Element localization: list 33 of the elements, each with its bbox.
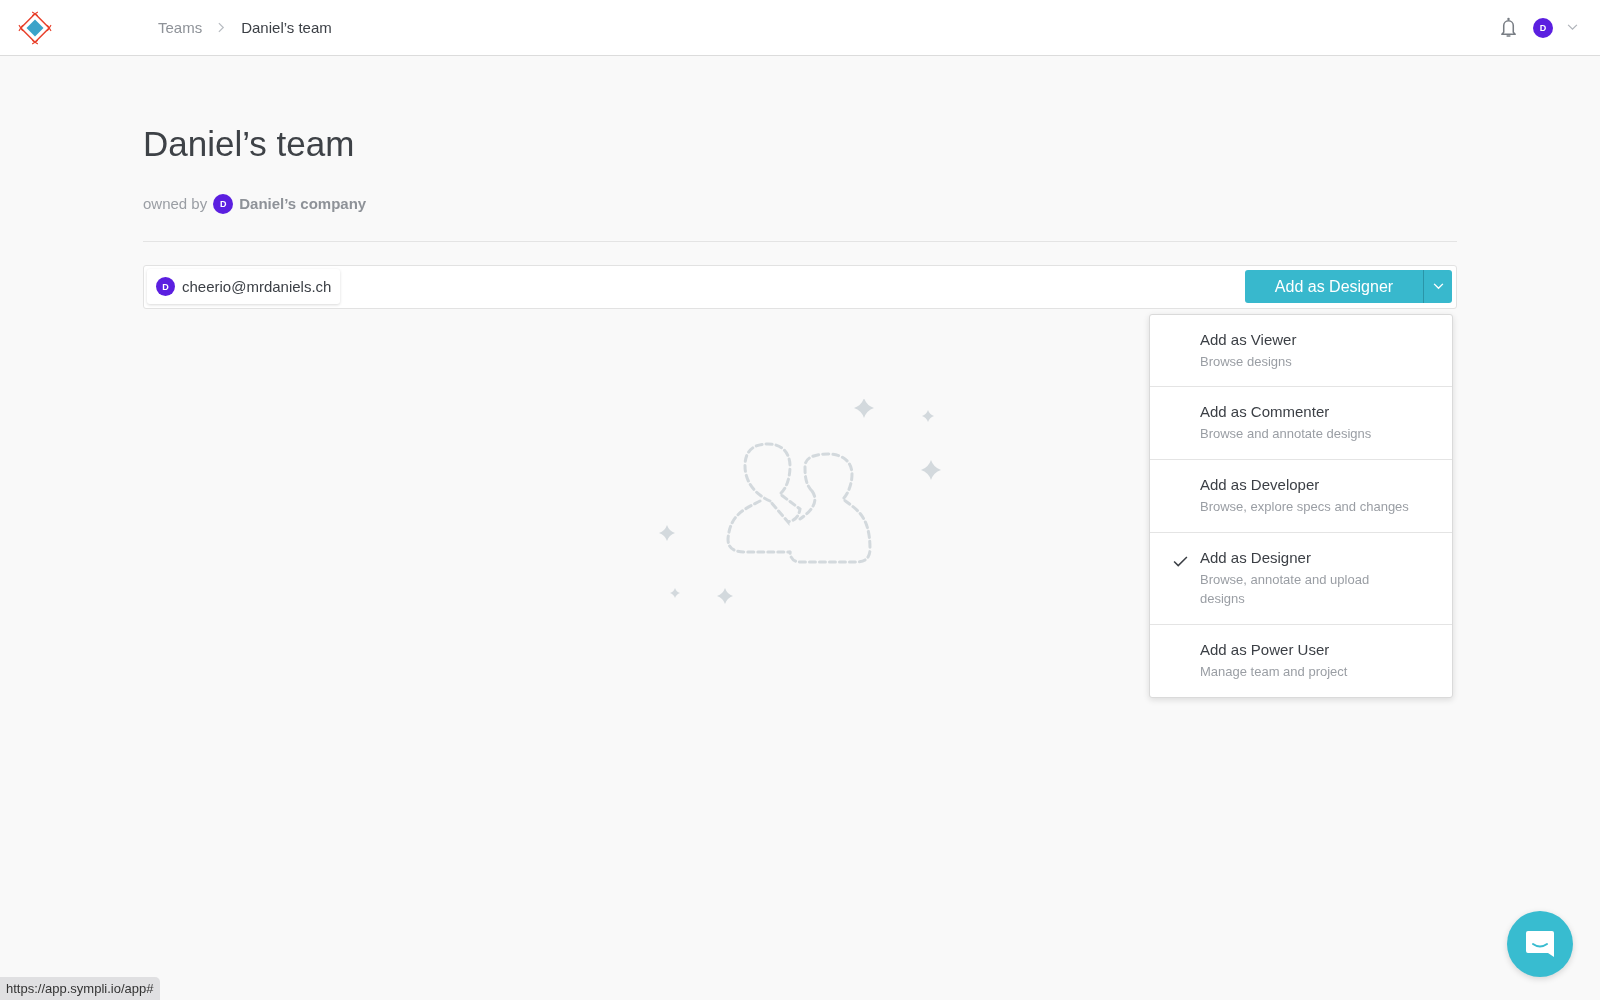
chevron-right-icon xyxy=(218,22,226,33)
role-title: Add as Viewer xyxy=(1200,330,1298,348)
owner-name: Daniel’s company xyxy=(239,195,367,212)
status-bar-url: https://app.sympli.io/app# xyxy=(0,977,161,1000)
role-description: Browse, explore specs and changes xyxy=(1200,498,1410,517)
role-description: Browse, annotate and upload designs xyxy=(1200,571,1371,608)
chevron-down-icon[interactable] xyxy=(1567,24,1578,31)
bell-icon[interactable] xyxy=(1498,16,1519,39)
role-title: Add as Power User xyxy=(1200,640,1331,658)
user-avatar[interactable]: D xyxy=(1533,17,1553,38)
role-description: Browse designs xyxy=(1200,352,1293,371)
role-title: Add as Commenter xyxy=(1200,403,1331,421)
role-menu-item[interactable]: Add as Power User Manage team and project xyxy=(1150,623,1452,697)
role-description: Manage team and project xyxy=(1200,662,1349,681)
email-chip[interactable]: D cheerio@mrdaniels.ch xyxy=(147,269,341,304)
owner-avatar: D xyxy=(213,193,234,214)
chip-avatar: D xyxy=(156,277,175,296)
role-dropdown-button[interactable] xyxy=(1423,270,1452,303)
owned-by-label: owned by xyxy=(143,195,208,212)
chat-button[interactable] xyxy=(1507,911,1573,977)
role-menu-item[interactable]: Add as Viewer Browse designs xyxy=(1150,314,1452,387)
email-text: cheerio@mrdaniels.ch xyxy=(182,278,332,295)
invite-field[interactable]: D cheerio@mrdaniels.ch Add as Designer xyxy=(143,264,1457,309)
role-menu-item[interactable]: Add as Commenter Browse and annotate designs xyxy=(1150,386,1452,460)
role-title: Add as Developer xyxy=(1200,476,1321,494)
page-title: Daniel’s team xyxy=(143,125,356,164)
role-title: Add as Designer xyxy=(1200,549,1312,567)
role-menu-item[interactable]: Add as Developer Browse, explore specs and changes xyxy=(1150,459,1452,533)
chevron-down-icon xyxy=(1432,283,1444,290)
role-menu-item[interactable]: Add as Designer Browse, annotate and upload designs xyxy=(1150,532,1452,624)
breadcrumb-link[interactable]: Daniel’s team xyxy=(241,19,332,36)
logo-icon[interactable] xyxy=(18,10,52,45)
role-description: Browse and annotate designs xyxy=(1200,425,1373,444)
